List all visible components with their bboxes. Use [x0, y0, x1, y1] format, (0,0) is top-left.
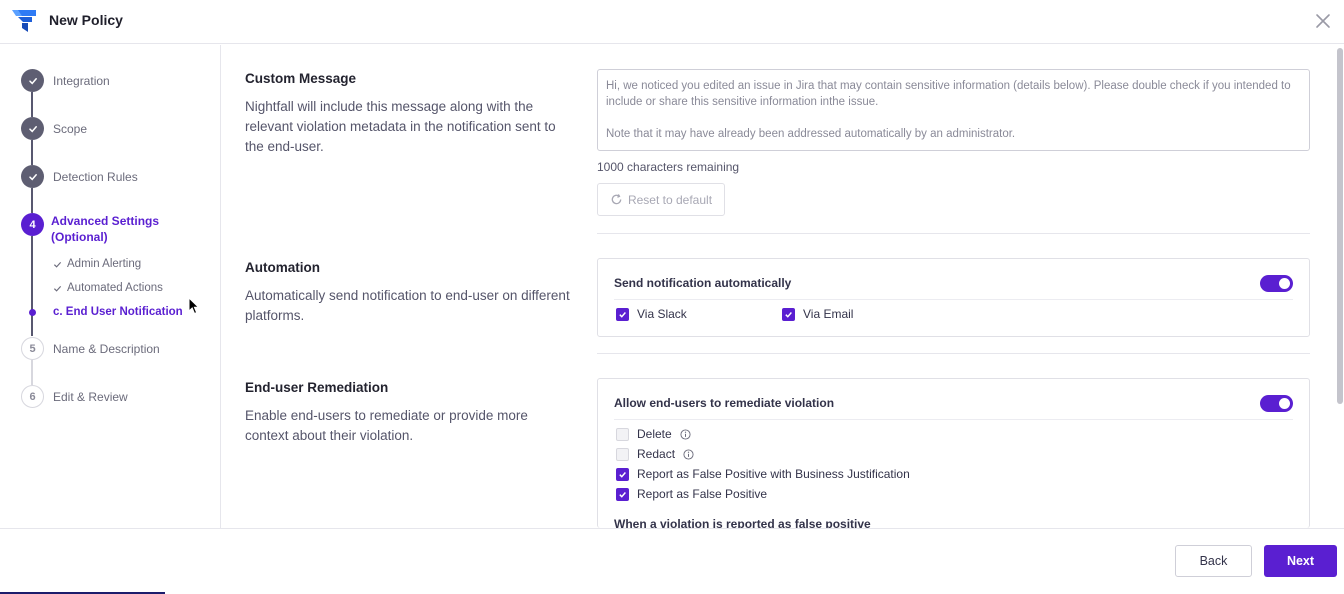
check-icon	[28, 173, 37, 180]
checkbox-unchecked-icon[interactable]	[616, 427, 629, 441]
step-detection-rules-check[interactable]	[21, 165, 44, 188]
step-advanced-settings[interactable]: Advanced Settings (Optional)	[51, 213, 191, 245]
substep-automated-actions[interactable]: Automated Actions	[53, 282, 163, 294]
section-divider	[597, 233, 1310, 234]
section-divider	[597, 353, 1310, 354]
step-scope[interactable]: Scope	[53, 122, 87, 136]
active-substep-dot	[29, 309, 36, 316]
step-edit-review-number[interactable]: 6	[21, 385, 44, 408]
step-integration-check[interactable]	[21, 69, 44, 92]
refresh-icon	[611, 194, 622, 205]
characters-remaining: 1000 characters remaining	[597, 160, 740, 174]
step-connector	[31, 236, 33, 336]
step-scope-check[interactable]	[21, 117, 44, 140]
step-name-description-number[interactable]: 5	[21, 337, 44, 360]
checkbox-unchecked-icon[interactable]	[616, 447, 629, 461]
via-slack-option[interactable]: Via Slack	[616, 307, 687, 321]
remediation-card: Allow end-users to remediate violation D…	[597, 378, 1310, 531]
substep-label: Automated Actions	[67, 282, 163, 294]
substep-label: c. End User Notification	[53, 306, 183, 318]
checkbox-checked-icon[interactable]	[616, 467, 629, 481]
next-button[interactable]: Next	[1264, 545, 1337, 577]
option-label: Via Email	[803, 307, 854, 321]
substep-admin-alerting[interactable]: Admin Alerting	[53, 258, 141, 270]
option-label: Delete	[637, 427, 672, 441]
check-icon	[53, 285, 62, 292]
automation-title: Automation	[245, 260, 320, 275]
checkbox-checked-icon[interactable]	[782, 307, 795, 321]
check-icon	[28, 77, 37, 84]
allow-remediation-toggle[interactable]	[1260, 395, 1293, 412]
step-connector	[31, 92, 33, 117]
send-notification-toggle[interactable]	[1260, 275, 1293, 292]
custom-message-title: Custom Message	[245, 71, 357, 86]
step-connector	[31, 140, 33, 165]
back-button[interactable]: Back	[1175, 545, 1252, 577]
reset-to-default-button[interactable]: Reset to default	[597, 183, 725, 216]
step-advanced-settings-number[interactable]: 4	[21, 213, 44, 236]
option-label: Report as False Positive with Business J…	[637, 467, 910, 481]
false-positive-option[interactable]: Report as False Positive	[616, 487, 767, 501]
reset-label: Reset to default	[627, 192, 713, 207]
message-text-line: Hi, we noticed you edited an issue in Ji…	[606, 80, 1291, 108]
nightfall-logo-icon	[12, 10, 36, 32]
option-label: Via Slack	[637, 307, 687, 321]
scrollbar-thumb[interactable]	[1337, 48, 1343, 404]
step-name-description[interactable]: Name & Description	[53, 342, 160, 356]
remediation-description: Enable end-users to remediate or provide…	[245, 408, 528, 443]
send-notification-label: Send notification automatically	[614, 276, 792, 290]
step-edit-review[interactable]: Edit & Review	[53, 390, 128, 404]
page-title: New Policy	[49, 12, 123, 28]
false-positive-justification-option[interactable]: Report as False Positive with Business J…	[616, 467, 910, 481]
option-label: Report as False Positive	[637, 487, 768, 501]
info-icon[interactable]	[680, 428, 691, 440]
custom-message-textarea[interactable]: Hi, we noticed you edited an issue in Ji…	[597, 69, 1310, 151]
header: New Policy	[0, 0, 1344, 44]
message-text-line: Note that it may have already been addre…	[606, 128, 1016, 140]
delete-option[interactable]: Delete	[616, 427, 691, 441]
mouse-cursor-icon	[188, 297, 200, 315]
via-email-option[interactable]: Via Email	[782, 307, 853, 321]
step-connector	[31, 188, 33, 213]
substep-end-user-notification[interactable]: c. End User Notification	[53, 306, 183, 318]
footer	[0, 528, 1344, 594]
substep-label: Admin Alerting	[67, 258, 142, 270]
option-label: Redact	[637, 447, 676, 461]
custom-message-description: Nightfall will include this message alon…	[245, 99, 556, 154]
step-integration[interactable]: Integration	[53, 74, 110, 88]
check-icon	[28, 125, 37, 132]
allow-remediation-label: Allow end-users to remediate violation	[614, 396, 835, 410]
redact-option[interactable]: Redact	[616, 447, 694, 461]
card-separator	[614, 419, 1293, 420]
automation-description: Automatically send notification to end-u…	[245, 288, 570, 323]
step-connector	[31, 360, 33, 385]
automation-card: Send notification automatically Via Slac…	[597, 258, 1310, 337]
check-icon	[53, 261, 62, 268]
info-icon[interactable]	[683, 448, 694, 460]
card-separator	[614, 299, 1293, 300]
checkbox-checked-icon[interactable]	[616, 487, 629, 501]
checkbox-checked-icon[interactable]	[616, 307, 629, 321]
close-icon[interactable]	[1312, 10, 1334, 32]
step-detection-rules[interactable]: Detection Rules	[53, 170, 138, 184]
remediation-title: End-user Remediation	[245, 380, 389, 395]
